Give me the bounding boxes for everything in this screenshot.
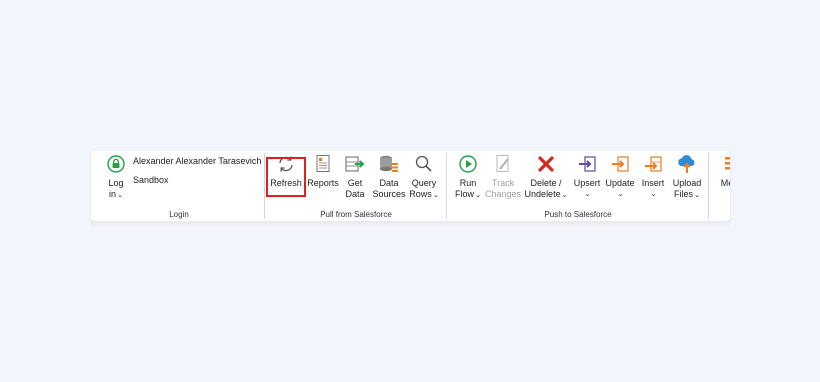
group-label-login: Login (169, 210, 189, 219)
user-name: Alexander Alexander Tarasevich (133, 156, 262, 166)
upload-files-button[interactable]: Upload Files⌄ (671, 153, 703, 201)
upload-label-1: Upload (672, 178, 702, 188)
login-label-2: in⌄ (109, 189, 123, 199)
report-icon (312, 153, 334, 175)
chevron-down-icon: ⌄ (561, 192, 568, 199)
cloud-upload-icon (676, 153, 698, 175)
login-label-1: Log (108, 178, 124, 188)
refresh-icon (275, 153, 297, 175)
insert-icon (642, 153, 664, 175)
group-label-push: Push to Salesforce (544, 210, 612, 219)
chevron-down-icon: ⌄ (117, 192, 123, 199)
data-sources-label-2: Sources (372, 189, 406, 199)
update-button[interactable]: Update ⌄ (605, 153, 635, 200)
chevron-down-icon: ⌄ (584, 191, 591, 198)
get-data-icon (344, 153, 366, 175)
more-icon (716, 153, 730, 175)
track-changes-button[interactable]: Track Changes (485, 153, 521, 200)
update-icon (609, 153, 631, 175)
refresh-button[interactable]: Refresh (269, 153, 303, 189)
group-separator (264, 153, 265, 219)
query-label-2: Rows⌄ (409, 189, 439, 199)
ribbon: Log in⌄ Alexander Alexander Tarasevich S… (91, 151, 730, 221)
reports-button[interactable]: Reports (307, 153, 339, 189)
environment-name: Sandbox (133, 175, 169, 185)
chevron-down-icon: ⌄ (650, 191, 657, 198)
delete-label-1: Delete / (530, 178, 562, 188)
delete-label-2: Undelete⌄ (524, 189, 568, 199)
group-label-pull: Pull from Salesforce (320, 210, 392, 219)
upsert-label: Upsert (573, 178, 601, 188)
upload-label-2: Files⌄ (674, 189, 700, 199)
lock-icon (105, 153, 127, 175)
insert-label: Insert (641, 178, 665, 188)
database-icon (378, 153, 400, 175)
run-flow-label-1: Run (459, 178, 477, 188)
delete-undelete-button[interactable]: Delete / Undelete⌄ (524, 153, 568, 201)
track-changes-icon (492, 153, 514, 175)
chevron-down-icon: ⌄ (694, 192, 700, 199)
reports-label: Reports (307, 178, 339, 188)
update-label: Update (605, 178, 635, 188)
track-changes-label-1: Track (491, 178, 515, 188)
play-icon (457, 153, 479, 175)
login-button[interactable]: Log in⌄ (105, 153, 127, 201)
delete-icon (535, 153, 557, 175)
upsert-icon (576, 153, 598, 175)
more-button[interactable]: Me (717, 153, 730, 189)
get-data-button[interactable]: Get Data (343, 153, 367, 200)
run-flow-button[interactable]: Run Flow⌄ (453, 153, 483, 201)
upsert-button[interactable]: Upsert ⌄ (572, 153, 602, 200)
ribbon-shadow (91, 221, 730, 229)
query-rows-button[interactable]: Query Rows⌄ (409, 153, 439, 201)
data-sources-button[interactable]: Data Sources (372, 153, 406, 200)
run-flow-label-2: Flow⌄ (455, 189, 481, 199)
more-label: Me (720, 178, 730, 188)
insert-button[interactable]: Insert ⌄ (639, 153, 667, 200)
group-separator (708, 153, 709, 219)
data-sources-label-1: Data (379, 178, 399, 188)
search-icon (413, 153, 435, 175)
query-label-1: Query (411, 178, 437, 188)
chevron-down-icon: ⌄ (432, 192, 439, 199)
get-data-label-2: Data (345, 189, 365, 199)
chevron-down-icon: ⌄ (475, 192, 481, 199)
refresh-label: Refresh (270, 178, 302, 188)
get-data-label-1: Get (347, 178, 363, 188)
group-separator (446, 153, 447, 219)
chevron-down-icon: ⌄ (617, 191, 624, 198)
track-changes-label-2: Changes (484, 189, 522, 199)
